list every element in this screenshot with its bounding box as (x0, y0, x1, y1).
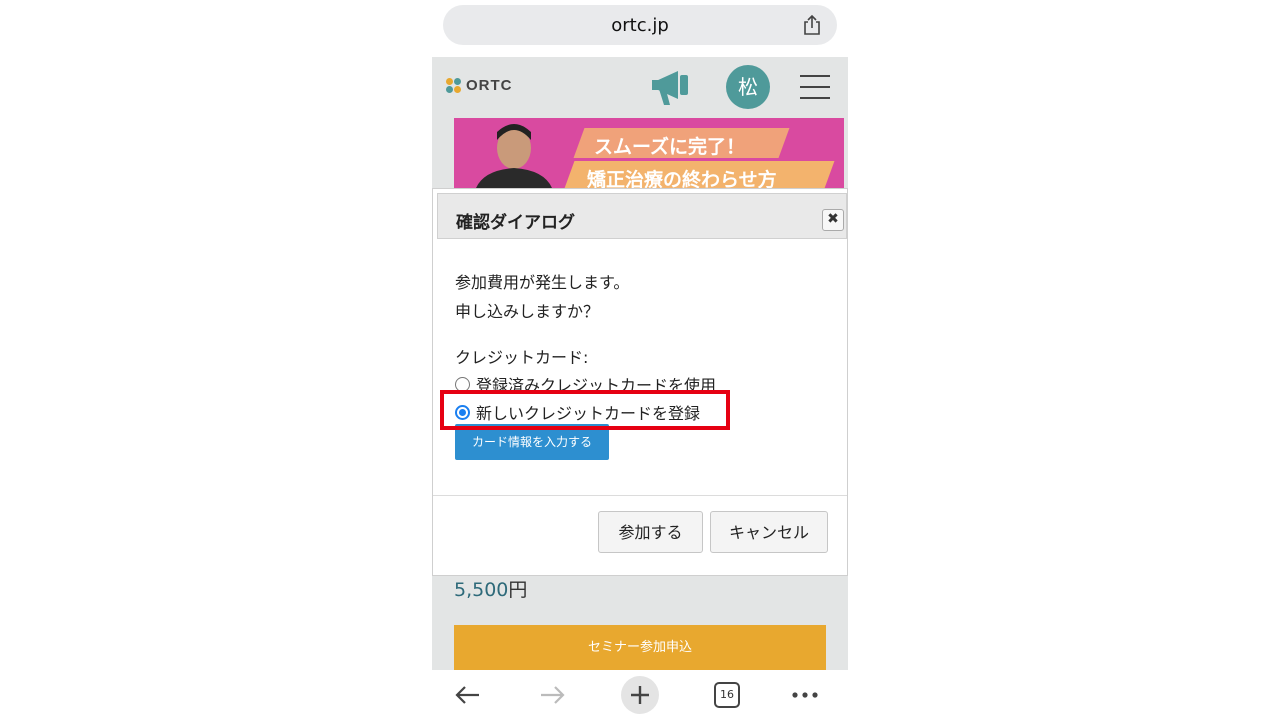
price-value: 5,500 (454, 579, 509, 601)
credit-card-label: クレジットカード: (455, 348, 589, 367)
site-header: ORTC 松 (432, 57, 848, 117)
logo-mark-icon (446, 77, 462, 94)
cancel-button[interactable]: キャンセル (710, 511, 828, 553)
tab-count: 16 (714, 682, 740, 708)
seminar-banner[interactable]: スムーズに完了！ 矯正治療の終わらせ方 (454, 118, 844, 188)
dialog-title: 確認ダイアログ (456, 213, 575, 233)
more-options-icon[interactable] (790, 678, 820, 712)
tabs-button[interactable]: 16 (712, 678, 742, 712)
highlight-box (440, 390, 730, 430)
dialog-header: 確認ダイアログ ✖ (437, 193, 847, 239)
plus-icon (621, 676, 659, 714)
seminar-apply-button[interactable]: セミナー参加申込 (454, 625, 826, 670)
person-photo (476, 124, 552, 188)
megaphone-icon[interactable] (650, 65, 692, 109)
banner-subheadline: 矯正治療の終わらせ方 (587, 169, 777, 188)
logo-text: ORTC (466, 77, 513, 94)
dialog-message-line1: 参加費用が発生します。 (455, 273, 630, 292)
join-button[interactable]: 参加する (598, 511, 703, 553)
price-unit: 円 (508, 579, 528, 601)
banner-headline: スムーズに完了！ (594, 136, 746, 158)
forward-arrow-icon[interactable] (538, 678, 568, 712)
close-icon[interactable]: ✖ (822, 209, 844, 231)
site-logo[interactable]: ORTC (446, 77, 513, 94)
price: 5,500円 (454, 575, 527, 602)
confirm-dialog: 確認ダイアログ ✖ 参加費用が発生します。 申し込みしますか？ クレジットカード… (432, 188, 848, 576)
divider (433, 495, 847, 496)
back-arrow-icon[interactable] (452, 678, 482, 712)
address-bar[interactable]: ortc.jp (443, 5, 837, 45)
share-icon[interactable] (801, 14, 823, 36)
avatar[interactable]: 松 (726, 65, 770, 109)
dialog-message-line2: 申し込みしますか？ (455, 302, 600, 321)
hamburger-menu-icon[interactable] (800, 75, 830, 99)
new-tab-button[interactable] (620, 676, 660, 714)
url-text: ortc.jp (611, 15, 669, 36)
browser-toolbar: 16 (432, 670, 848, 720)
